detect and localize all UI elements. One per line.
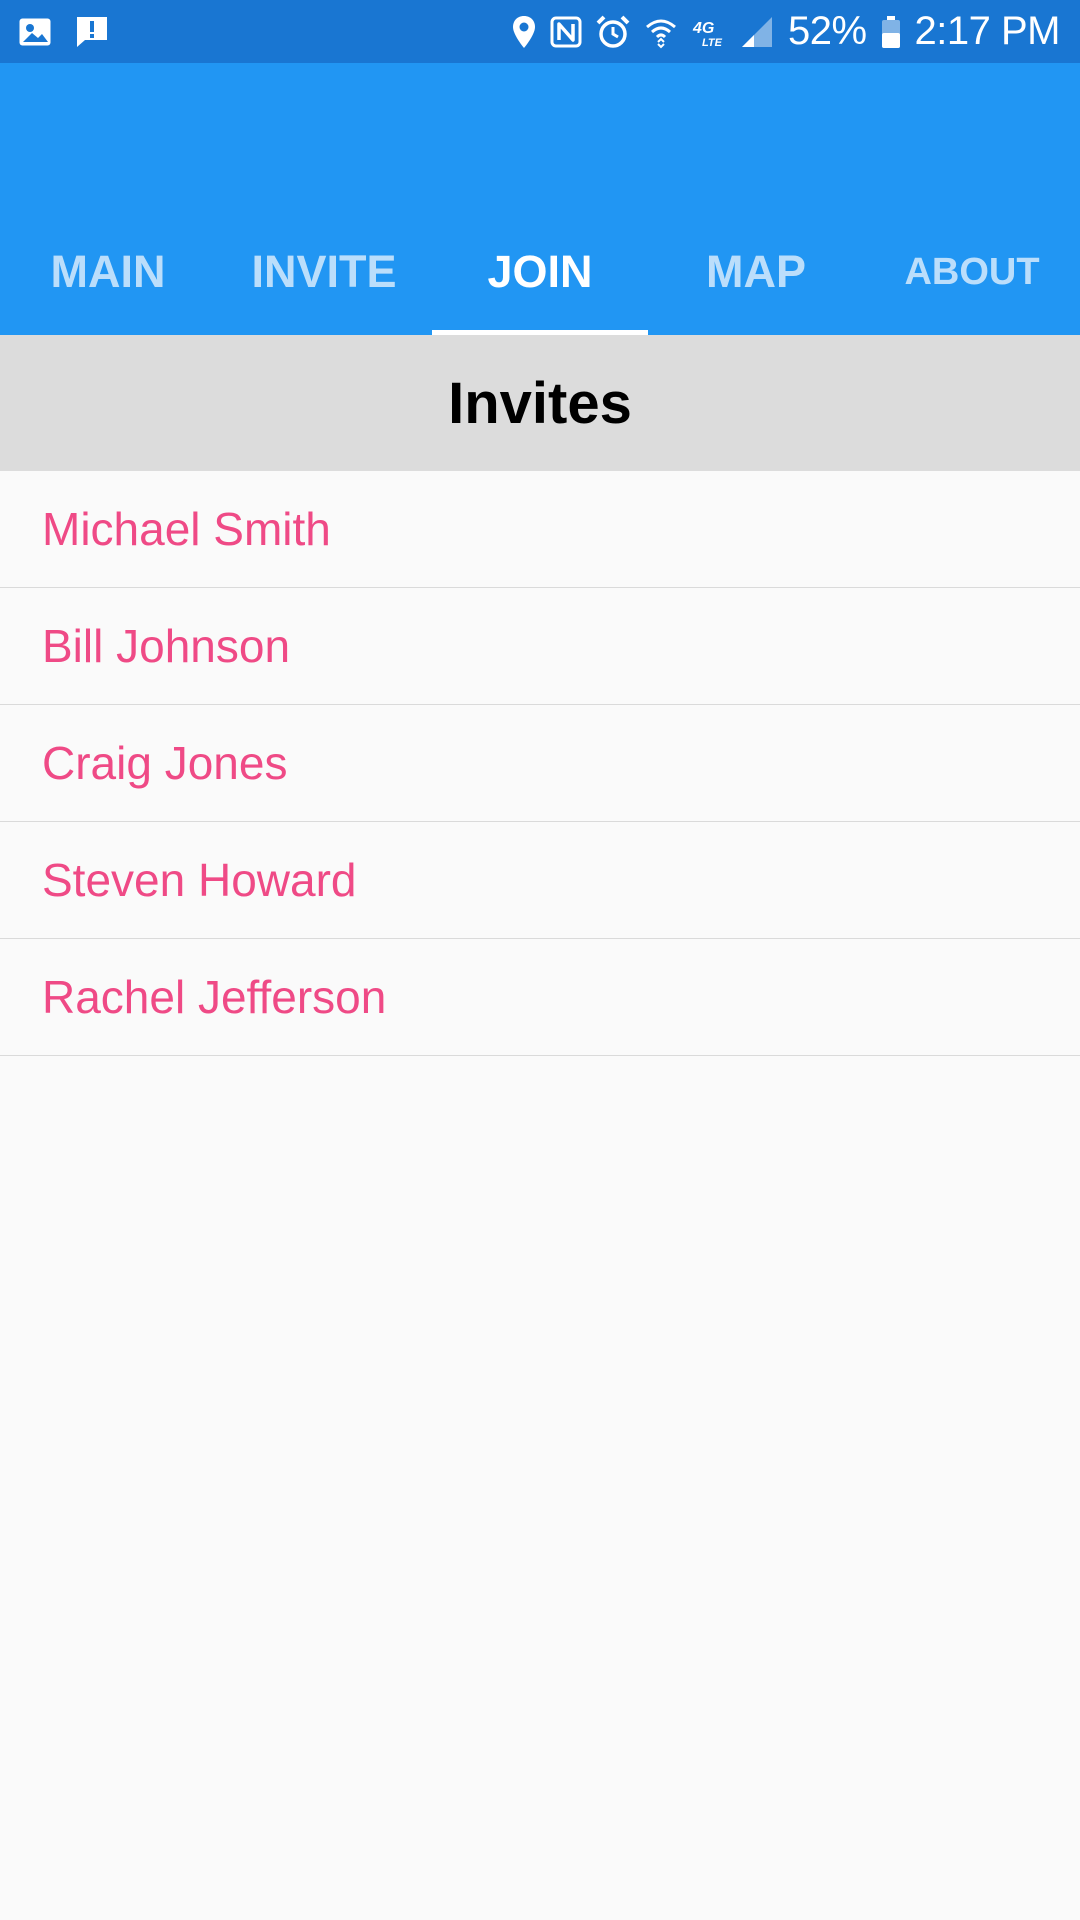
battery-percent: 52% — [787, 9, 867, 53]
tab-map[interactable]: MAP — [648, 209, 864, 335]
image-icon — [19, 18, 51, 45]
wifi-icon — [645, 19, 676, 48]
tab-main[interactable]: MAIN — [0, 209, 216, 335]
svg-text:4G: 4G — [692, 20, 714, 37]
signal-icon — [741, 16, 772, 47]
screen: 4G LTE 52% 2:17 PM MAIN INVITE JOIN MAP … — [0, 0, 1080, 1920]
list-header: Invites — [0, 335, 1080, 471]
tab-bar: MAIN INVITE JOIN MAP ABOUT — [0, 209, 1080, 335]
app-bar: MAIN INVITE JOIN MAP ABOUT — [0, 63, 1080, 335]
message-alert-icon — [77, 16, 107, 47]
status-right: 4G LTE 52% 2:17 PM — [498, 9, 1061, 54]
svg-text:LTE: LTE — [702, 37, 723, 49]
battery-icon — [881, 15, 900, 48]
alarm-icon — [596, 15, 630, 48]
location-icon — [512, 15, 535, 48]
tab-about[interactable]: ABOUT — [864, 209, 1080, 335]
list-item[interactable]: Rachel Jefferson — [0, 939, 1080, 1056]
tab-join[interactable]: JOIN — [432, 209, 648, 335]
invite-list: Michael Smith Bill Johnson Craig Jones S… — [0, 471, 1080, 1056]
list-item[interactable]: Steven Howard — [0, 822, 1080, 939]
tab-invite[interactable]: INVITE — [216, 209, 432, 335]
nfc-icon — [550, 16, 582, 47]
status-bar: 4G LTE 52% 2:17 PM — [0, 0, 1080, 63]
page-title: Invites — [448, 370, 632, 436]
status-left — [18, 15, 132, 49]
list-item[interactable]: Bill Johnson — [0, 588, 1080, 705]
status-time: 2:17 PM — [914, 9, 1061, 53]
list-item[interactable]: Michael Smith — [0, 471, 1080, 588]
lte-icon: 4G LTE — [692, 20, 723, 49]
list-item[interactable]: Craig Jones — [0, 705, 1080, 822]
